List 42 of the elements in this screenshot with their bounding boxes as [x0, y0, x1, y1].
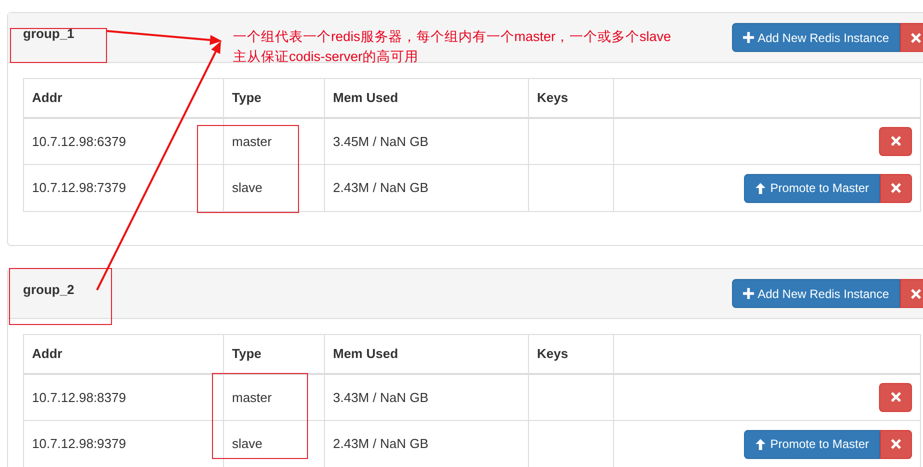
column-header: Mem Used	[324, 78, 528, 118]
delete-button[interactable]	[880, 174, 912, 202]
close-icon	[891, 439, 901, 449]
plus-icon	[742, 288, 754, 299]
column-header: Addr	[24, 78, 224, 118]
table-cell: 3.45M / NaN GB	[324, 118, 528, 164]
plus-icon	[742, 32, 754, 43]
table-cell: 10.7.12.98:6379	[24, 118, 224, 164]
close-icon	[891, 183, 901, 193]
delete-button[interactable]	[879, 126, 912, 156]
column-header: Type	[224, 78, 324, 118]
close-icon	[890, 136, 900, 146]
table-cell: 10.7.12.98:9379	[24, 420, 224, 467]
promote-button[interactable]: Promote to Master	[744, 430, 880, 458]
annotation-text: 主从保证codis-server的高可用	[233, 49, 419, 66]
annotation-text: 一个组代表一个redis服务器，每个组内有一个master，一个或多个slave	[233, 29, 672, 46]
table-cell: master	[224, 374, 324, 420]
column-header: Keys	[528, 334, 614, 374]
delete-button[interactable]	[880, 430, 912, 458]
promote-button[interactable]: Promote to Master	[744, 174, 880, 202]
table-cell: 10.7.12.98:8379	[24, 374, 224, 420]
delete-button[interactable]	[900, 23, 923, 52]
table-cell: master	[224, 118, 324, 164]
group-title: group_2	[23, 281, 74, 299]
close-icon	[911, 32, 921, 42]
up-arrow-icon	[755, 182, 766, 194]
delete-button[interactable]	[900, 279, 923, 308]
column-header: Mem Used	[324, 334, 528, 374]
column-header: Keys	[528, 78, 614, 118]
group-title: group_1	[23, 25, 74, 43]
delete-button[interactable]	[879, 382, 912, 412]
add-instance-button[interactable]: Add New Redis Instance	[732, 23, 900, 52]
close-icon	[890, 392, 900, 402]
table-cell: slave	[224, 164, 324, 212]
close-icon	[911, 288, 921, 298]
table-cell: 2.43M / NaN GB	[324, 164, 528, 212]
up-arrow-icon	[755, 438, 766, 450]
add-instance-button[interactable]: Add New Redis Instance	[732, 279, 900, 308]
table-cell: 3.43M / NaN GB	[324, 374, 528, 420]
column-header: Addr	[24, 334, 224, 374]
table-cell: 10.7.12.98:7379	[24, 164, 224, 212]
column-header: Type	[224, 334, 324, 374]
